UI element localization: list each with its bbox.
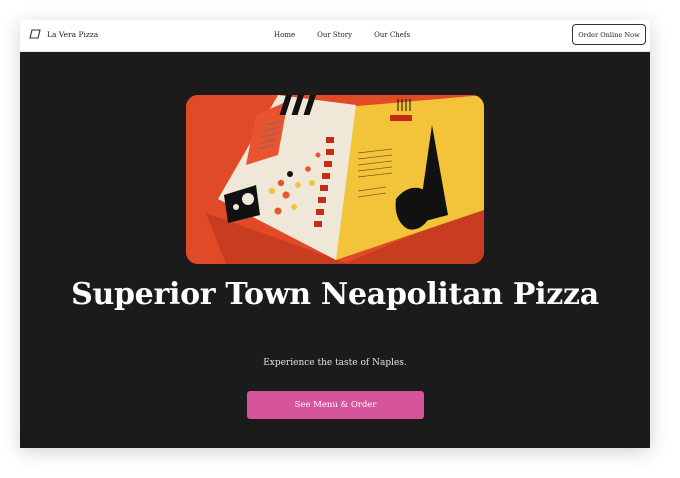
pizza-menu-brochure-illustration xyxy=(186,95,484,264)
nav-link-home[interactable]: Home xyxy=(274,31,295,39)
hero-image xyxy=(186,95,484,264)
brand[interactable]: La Vera Pizza xyxy=(29,29,98,39)
nav-link-our-chefs[interactable]: Our Chefs xyxy=(374,31,410,39)
browser-window: La Vera Pizza Home Our Story Our Chefs O… xyxy=(20,20,650,448)
nav-links: Home Our Story Our Chefs xyxy=(274,31,410,39)
see-menu-order-button[interactable]: See Menu & Order xyxy=(247,391,424,419)
hero-title: Superior Town Neapolitan Pizza xyxy=(71,277,599,312)
page: La Vera Pizza Home Our Story Our Chefs O… xyxy=(0,0,680,478)
parallelogram-logo-icon xyxy=(29,29,41,39)
navbar: La Vera Pizza Home Our Story Our Chefs O… xyxy=(20,20,650,52)
brand-name: La Vera Pizza xyxy=(47,29,99,39)
order-online-button[interactable]: Order Online Now xyxy=(572,24,646,45)
nav-link-our-story[interactable]: Our Story xyxy=(317,31,352,39)
hero-subtitle: Experience the taste of Naples. xyxy=(263,358,407,368)
